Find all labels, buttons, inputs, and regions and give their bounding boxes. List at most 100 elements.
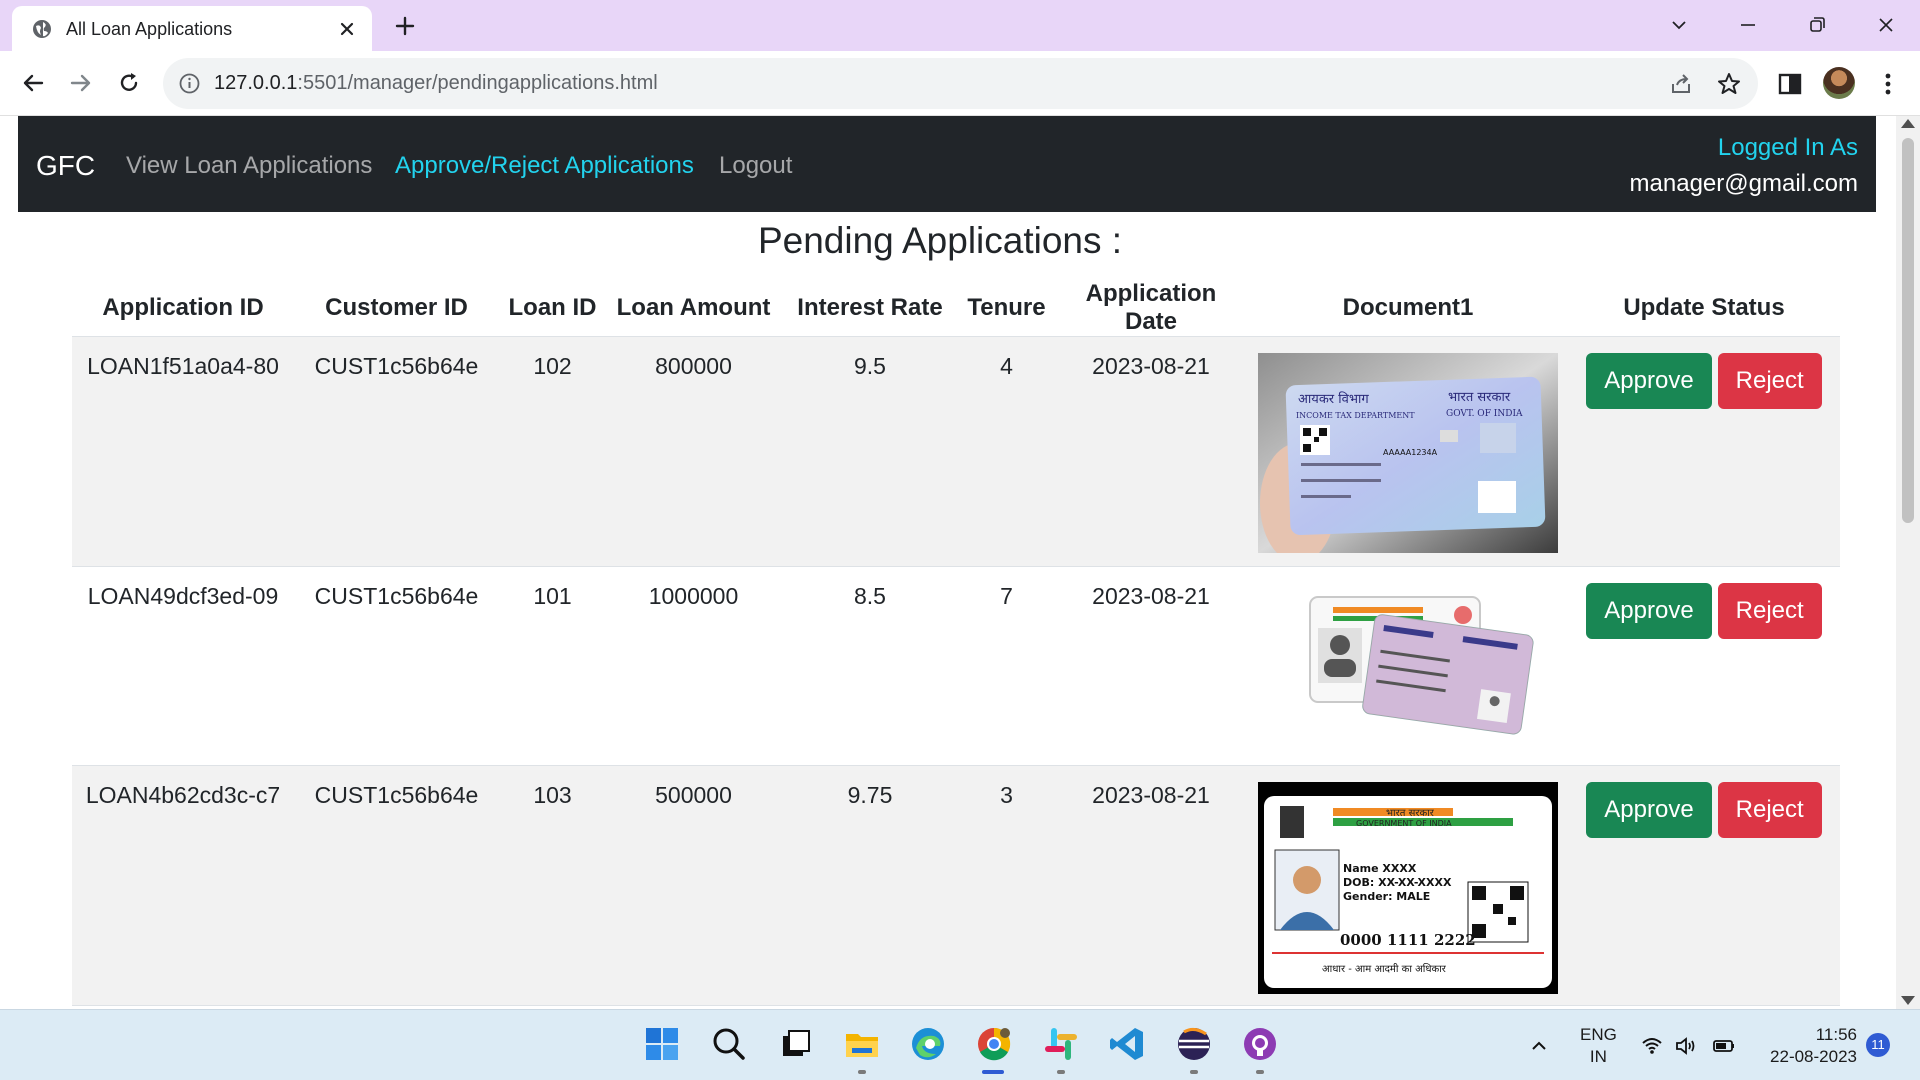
restore-icon[interactable] bbox=[1802, 10, 1832, 40]
forward-arrow-icon[interactable] bbox=[66, 68, 96, 98]
more-menu-icon[interactable] bbox=[1873, 69, 1903, 99]
running-indicator bbox=[1057, 1070, 1065, 1074]
url-path: :5501/manager/pendingapplications.html bbox=[297, 72, 658, 94]
address-bar[interactable]: 127.0.0.1:5501/manager/pendingapplicatio… bbox=[163, 58, 1758, 109]
profile-avatar[interactable] bbox=[1823, 67, 1855, 99]
pan-title-hi: आयकर विभाग bbox=[1298, 391, 1369, 407]
scroll-down-icon[interactable] bbox=[1901, 996, 1915, 1005]
search-icon[interactable] bbox=[709, 1024, 749, 1064]
approve-button[interactable]: Approve bbox=[1586, 353, 1712, 409]
vscode-icon[interactable] bbox=[1107, 1024, 1147, 1064]
logged-in-email: manager@gmail.com bbox=[1629, 170, 1858, 197]
tab-title: All Loan Applications bbox=[66, 19, 233, 39]
site-info-icon[interactable] bbox=[178, 72, 201, 95]
cell-application-id: LOAN4b62cd3c-c7 bbox=[72, 765, 294, 1006]
battery-icon[interactable] bbox=[1712, 1034, 1736, 1058]
pan-dept: INCOME TAX DEPARTMENT bbox=[1296, 411, 1415, 420]
eclipse-icon[interactable] bbox=[1174, 1024, 1214, 1064]
page-scrollbar[interactable] bbox=[1896, 116, 1920, 1009]
close-window-icon[interactable] bbox=[1871, 10, 1901, 40]
nav-approve-reject-applications[interactable]: Approve/Reject Applications bbox=[395, 152, 694, 180]
cell-application-date: 2023-08-21 bbox=[1054, 336, 1248, 567]
browser-tab[interactable]: All Loan Applications bbox=[12, 6, 372, 51]
chrome-icon[interactable] bbox=[974, 1024, 1014, 1064]
nav-view-loan-applications[interactable]: View Loan Applications bbox=[126, 152, 372, 180]
url-host: 127.0.0.1 bbox=[214, 72, 298, 94]
column-header: Customer ID bbox=[294, 280, 499, 337]
running-indicator bbox=[1190, 1070, 1198, 1074]
table-row: LOAN49dcf3ed-09 CUST1c56b64e 101 1000000… bbox=[72, 566, 1840, 766]
scroll-up-icon[interactable] bbox=[1901, 119, 1915, 128]
nav-logout[interactable]: Logout bbox=[719, 152, 792, 180]
edge-icon[interactable] bbox=[908, 1024, 948, 1064]
file-explorer-icon[interactable] bbox=[842, 1024, 882, 1064]
pan-number: AAAAA1234A bbox=[1383, 448, 1438, 457]
table-header-row: Application ID Customer ID Loan ID Loan … bbox=[72, 280, 1840, 337]
aadhaar-govt-en: GOVERNMENT OF INDIA bbox=[1356, 819, 1452, 828]
column-header: Update Status bbox=[1568, 280, 1840, 337]
running-indicator bbox=[858, 1070, 866, 1074]
side-panel-icon[interactable] bbox=[1775, 69, 1805, 99]
aadhaar-gender: Gender: MALE bbox=[1343, 890, 1430, 903]
language-code: ENG bbox=[1580, 1025, 1617, 1044]
new-tab-icon[interactable] bbox=[390, 11, 420, 41]
cell-customer-id: CUST1c56b64e bbox=[294, 336, 499, 567]
cell-loan-amount: 800000 bbox=[606, 336, 781, 567]
language-indicator[interactable]: ENG IN bbox=[1580, 1024, 1617, 1068]
page-viewport: GFC View Loan Applications Approve/Rejec… bbox=[0, 116, 1920, 1009]
cell-update-status: Approve Reject bbox=[1568, 765, 1840, 1006]
share-icon[interactable] bbox=[1667, 70, 1695, 98]
approve-button[interactable]: Approve bbox=[1586, 583, 1712, 639]
cell-loan-id: 103 bbox=[499, 765, 606, 1006]
reject-button[interactable]: Reject bbox=[1717, 353, 1822, 409]
cell-customer-id: CUST1c56b64e bbox=[294, 765, 499, 1006]
column-header: Loan ID bbox=[499, 280, 606, 337]
browser-toolbar: 127.0.0.1:5501/manager/pendingapplicatio… bbox=[0, 51, 1920, 116]
aadhaar-name: Name XXXX bbox=[1343, 862, 1417, 875]
column-header: Loan Amount bbox=[606, 280, 781, 337]
cell-update-status: Approve Reject bbox=[1568, 336, 1840, 567]
slack-icon[interactable] bbox=[1041, 1024, 1081, 1064]
reject-button[interactable]: Reject bbox=[1717, 583, 1822, 639]
close-icon[interactable] bbox=[334, 16, 360, 42]
aadhaar-and-pan-cards-image[interactable] bbox=[1258, 583, 1558, 753]
scrollbar-thumb[interactable] bbox=[1902, 138, 1914, 523]
github-desktop-icon[interactable] bbox=[1240, 1024, 1280, 1064]
column-header: Document1 bbox=[1248, 280, 1568, 337]
notification-badge[interactable]: 11 bbox=[1866, 1033, 1890, 1057]
cell-application-id: LOAN49dcf3ed-09 bbox=[72, 566, 294, 766]
cell-update-status: Approve Reject bbox=[1568, 566, 1840, 766]
system-clock[interactable]: 11:56 22-08-2023 bbox=[1757, 1024, 1857, 1068]
cell-loan-amount: 1000000 bbox=[606, 566, 781, 766]
cell-loan-id: 102 bbox=[499, 336, 606, 567]
reload-icon[interactable] bbox=[114, 68, 144, 98]
cell-interest-rate: 9.75 bbox=[781, 765, 959, 1006]
wifi-icon[interactable] bbox=[1640, 1034, 1664, 1058]
region-code: IN bbox=[1589, 1047, 1607, 1066]
reject-button[interactable]: Reject bbox=[1717, 782, 1822, 838]
start-icon[interactable] bbox=[642, 1024, 682, 1064]
task-view-icon[interactable] bbox=[775, 1024, 815, 1064]
cell-document: आयकर विभाग भारत सरकार INCOME TAX DEPARTM… bbox=[1248, 336, 1568, 567]
url-text: 127.0.0.1:5501/manager/pendingapplicatio… bbox=[214, 72, 658, 95]
back-arrow-icon[interactable] bbox=[18, 68, 48, 98]
volume-icon[interactable] bbox=[1674, 1034, 1698, 1058]
clock-time: 11:56 bbox=[1815, 1025, 1857, 1044]
chevron-up-icon[interactable] bbox=[1527, 1034, 1551, 1058]
cell-document: भारत सरकार GOVERNMENT OF INDIA Name XXXX… bbox=[1248, 765, 1568, 1006]
brand-logo[interactable]: GFC bbox=[36, 150, 95, 182]
minimize-icon[interactable] bbox=[1733, 10, 1763, 40]
tab-search-icon[interactable] bbox=[1664, 10, 1694, 40]
table-row: LOAN1f51a0a4-80 CUST1c56b64e 102 800000 … bbox=[72, 336, 1840, 567]
cell-application-id: LOAN1f51a0a4-80 bbox=[72, 336, 294, 567]
bookmark-star-icon[interactable] bbox=[1715, 70, 1743, 98]
column-header: Tenure bbox=[959, 280, 1054, 337]
logged-in-label: Logged In As bbox=[1717, 134, 1858, 161]
app-navbar: GFC View Loan Applications Approve/Rejec… bbox=[18, 116, 1876, 212]
approve-button[interactable]: Approve bbox=[1586, 782, 1712, 838]
browser-tabstrip: All Loan Applications bbox=[0, 0, 1920, 51]
aadhaar-card-image[interactable]: भारत सरकार GOVERNMENT OF INDIA Name XXXX… bbox=[1258, 782, 1558, 994]
cell-document bbox=[1248, 566, 1568, 766]
pan-card-image[interactable]: आयकर विभाग भारत सरकार INCOME TAX DEPARTM… bbox=[1258, 353, 1558, 553]
table-row: LOAN4b62cd3c-c7 CUST1c56b64e 103 500000 … bbox=[72, 765, 1840, 1006]
